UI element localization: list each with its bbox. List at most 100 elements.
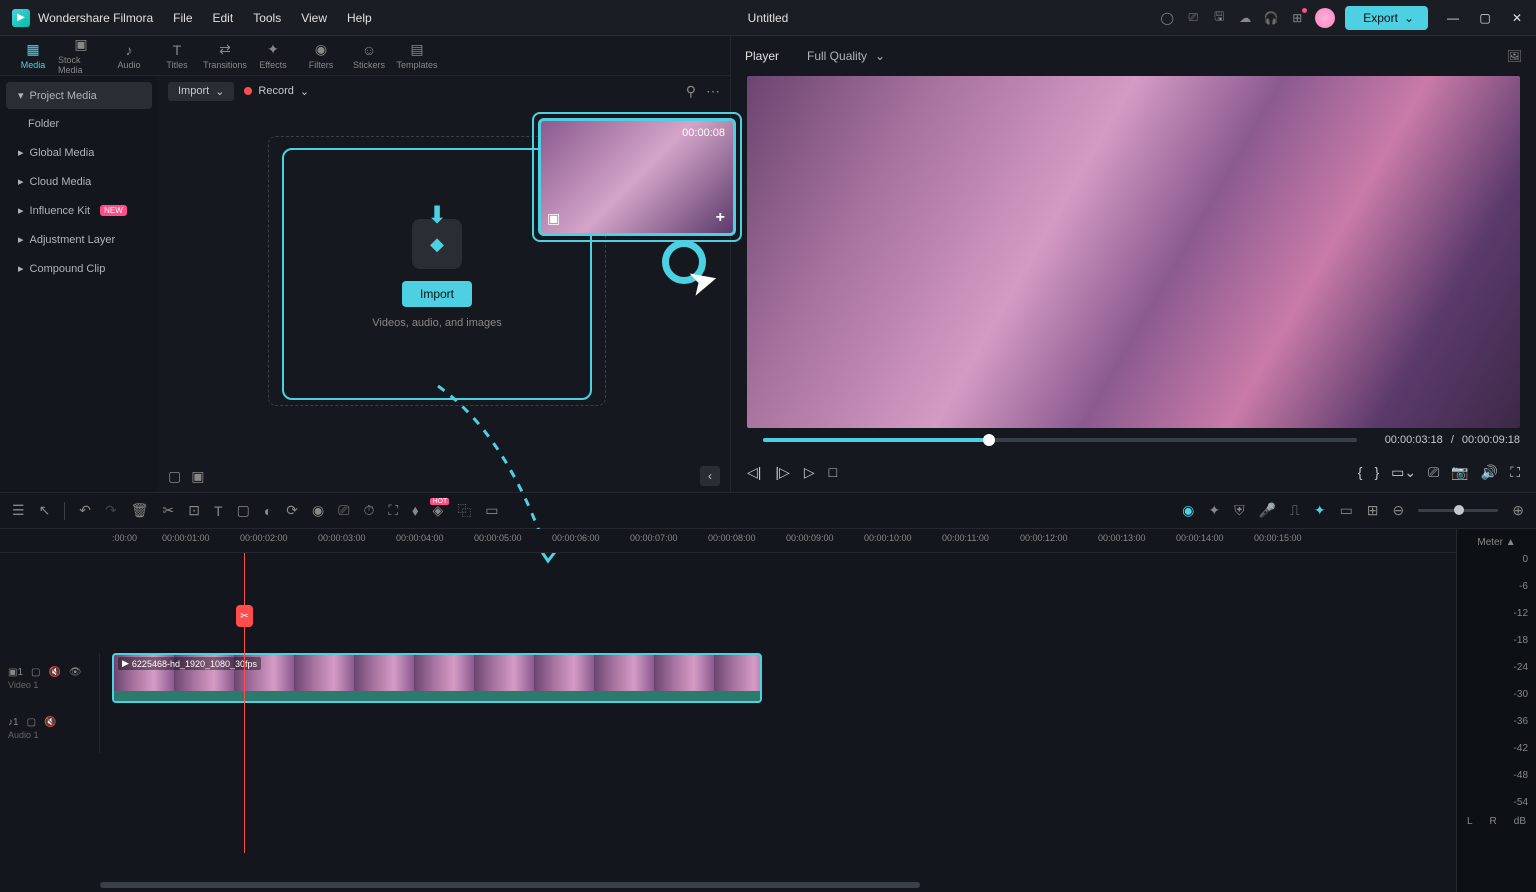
import-dropdown[interactable]: Import⌄ — [168, 82, 234, 101]
menu-tools[interactable]: Tools — [253, 11, 281, 25]
sidebar-item-compound-clip[interactable]: ▸Compound Clip — [6, 255, 152, 282]
adjust-icon[interactable]: ⎚ — [338, 502, 349, 519]
frame-icon[interactable]: ▢ — [237, 502, 250, 519]
play-icon[interactable]: ▷ — [804, 464, 815, 481]
zoom-out-icon[interactable]: ⊖ — [1393, 502, 1405, 519]
tab-effects[interactable]: ✦Effects — [250, 36, 296, 76]
screen-icon[interactable]: ⎚ — [1185, 10, 1201, 26]
mark-in-icon[interactable]: { — [1358, 464, 1363, 480]
video-track-header[interactable]: ▣1▢🔇👁 Video 1 — [0, 653, 100, 703]
next-frame-icon[interactable]: |▷ — [775, 464, 789, 481]
effects2-icon[interactable]: ✦ — [1314, 502, 1326, 519]
export-button[interactable]: Export⌄ — [1345, 6, 1428, 30]
cloud-icon[interactable]: ☁ — [1237, 10, 1253, 26]
filter-icon[interactable]: ⚲ — [686, 83, 696, 100]
folder-icon[interactable]: ▢ — [168, 468, 181, 485]
tracks-icon[interactable]: ☰ — [12, 502, 25, 519]
save-icon[interactable]: 🖫 — [1211, 10, 1227, 26]
media-thumbnail[interactable]: 00:00:08 ▣ + — [538, 118, 736, 236]
snapshot-icon[interactable]: 🖼 — [1507, 49, 1522, 63]
stop-icon[interactable]: □ — [829, 464, 837, 480]
keyframe-icon[interactable]: ◈HOT — [432, 502, 443, 519]
record-dropdown[interactable]: Record⌄ — [244, 85, 309, 98]
redo-icon[interactable]: ↷ — [105, 502, 117, 519]
tab-transitions[interactable]: ⇄Transitions — [202, 36, 248, 76]
headphones-icon[interactable]: 🎧 — [1263, 10, 1279, 26]
mark-out-icon[interactable]: } — [1374, 464, 1379, 480]
import-button[interactable]: Import — [402, 281, 472, 307]
lock-icon[interactable]: ▢ — [31, 667, 40, 678]
tab-templates[interactable]: ▤Templates — [394, 36, 440, 76]
tab-filters[interactable]: ◉Filters — [298, 36, 344, 76]
more-icon[interactable]: ⋯ — [706, 83, 720, 100]
delete-icon[interactable]: 🗑 — [131, 502, 149, 519]
crop-icon[interactable]: ⊡ — [188, 502, 200, 519]
player-progress[interactable] — [763, 438, 1357, 442]
menu-view[interactable]: View — [301, 11, 327, 25]
tag-icon[interactable]: ⬧ — [412, 502, 418, 519]
tab-titles[interactable]: TTitles — [154, 36, 200, 76]
group-icon[interactable]: ⿻ — [457, 501, 471, 521]
playhead-marker-icon[interactable]: ✂ — [236, 605, 253, 627]
audio-track-header[interactable]: ♪1▢🔇 Audio 1 — [0, 703, 100, 753]
sidebar-item-influence-kit[interactable]: ▸Influence KitNEW — [6, 197, 152, 224]
mixer-icon[interactable]: ⎍ — [1290, 502, 1300, 519]
mute-icon[interactable]: 🔇 — [48, 667, 60, 678]
render-icon[interactable]: ▭ — [485, 502, 498, 519]
timeline-main[interactable]: ▢ ⊘ :00:00 00:00:01:00 00:00:02:00 00:00… — [0, 529, 1456, 892]
zoom-handle[interactable] — [1454, 505, 1464, 515]
folder2-icon[interactable]: ▣ — [191, 468, 204, 485]
maximize-button[interactable]: ▢ — [1478, 11, 1492, 25]
timeline-scrollbar[interactable] — [100, 882, 1456, 890]
sidebar-item-folder[interactable]: Folder — [6, 111, 152, 137]
expand-icon[interactable]: ⛶ — [388, 502, 398, 519]
grid-icon[interactable]: ⊞ — [1367, 502, 1379, 519]
player-video[interactable] — [747, 76, 1520, 428]
progress-handle[interactable] — [983, 434, 995, 446]
frame2-icon[interactable]: ▭ — [1340, 502, 1353, 519]
text-icon[interactable]: T — [214, 503, 223, 519]
speed-icon[interactable]: ⟳ — [286, 502, 298, 519]
add-to-timeline-icon[interactable]: + — [716, 209, 725, 227]
display-icon[interactable]: ⎚ — [1428, 464, 1439, 481]
select-tool-icon[interactable]: ↖ — [39, 502, 51, 519]
collapse-sidebar-button[interactable]: ‹ — [700, 466, 720, 486]
sidebar-item-project-media[interactable]: ▾Project Media — [6, 82, 152, 109]
close-button[interactable]: ✕ — [1510, 11, 1524, 25]
avatar[interactable] — [1315, 8, 1335, 28]
minimize-button[interactable]: — — [1446, 11, 1460, 25]
zoom-in-icon[interactable]: ⊕ — [1512, 502, 1524, 519]
circle-icon[interactable]: ◯ — [1159, 10, 1175, 26]
eye-icon[interactable]: 👁 — [69, 667, 82, 678]
playhead[interactable]: ✂ — [244, 553, 245, 853]
zoom-slider[interactable] — [1418, 509, 1498, 512]
sidebar-item-adjustment-layer[interactable]: ▸Adjustment Layer — [6, 226, 152, 253]
ai-icon[interactable]: ◉ — [1182, 502, 1194, 519]
fullscreen-icon[interactable]: ⛶ — [1510, 464, 1520, 481]
apps-icon[interactable]: ⊞ — [1289, 10, 1305, 26]
timeline-ruler[interactable]: :00:00 00:00:01:00 00:00:02:00 00:00:03:… — [0, 529, 1456, 553]
enhance-icon[interactable]: ✦ — [1208, 502, 1220, 519]
prev-frame-icon[interactable]: ◁| — [747, 464, 761, 481]
ratio-icon[interactable]: ▭⌄ — [1391, 464, 1416, 481]
player-tab[interactable]: Player — [745, 49, 779, 63]
sidebar-item-global-media[interactable]: ▸Global Media — [6, 139, 152, 166]
menu-help[interactable]: Help — [347, 11, 372, 25]
tab-audio[interactable]: ♪Audio — [106, 36, 152, 76]
tab-stock-media[interactable]: ▣Stock Media — [58, 36, 104, 76]
menu-file[interactable]: File — [173, 11, 192, 25]
media-content[interactable]: ⬇ ◆ Import Videos, audio, and images 00:… — [158, 106, 730, 460]
shield-icon[interactable]: ⛨ — [1234, 502, 1245, 519]
tab-media[interactable]: ▦Media — [10, 36, 56, 76]
scrollbar-thumb[interactable] — [100, 882, 920, 888]
lock-icon[interactable]: ▢ — [27, 717, 36, 728]
sidebar-item-cloud-media[interactable]: ▸Cloud Media — [6, 168, 152, 195]
volume-icon[interactable]: 🔊 — [1481, 464, 1498, 481]
camera-icon[interactable]: 📷 — [1451, 464, 1468, 481]
color-icon[interactable]: ◉ — [312, 502, 324, 519]
timer-icon[interactable]: ⏱ — [363, 502, 374, 519]
cut-icon[interactable]: ✂ — [163, 502, 175, 519]
quality-dropdown[interactable]: Full Quality⌄ — [807, 49, 885, 63]
timeline-clip[interactable]: ▶6225468-hd_1920_1080_30fps — [112, 653, 762, 703]
mask-icon[interactable]: ◐ — [264, 503, 272, 519]
